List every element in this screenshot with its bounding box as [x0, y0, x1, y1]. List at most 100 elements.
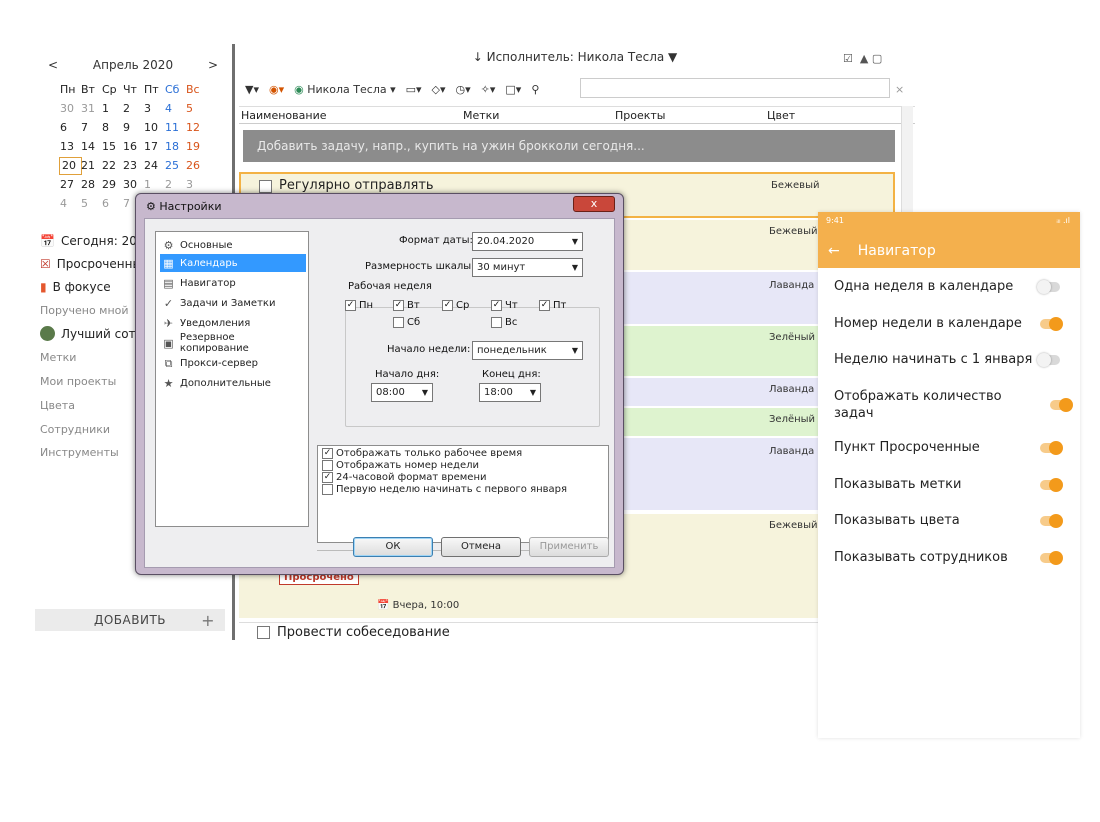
- calendar-day[interactable]: 4: [165, 101, 186, 117]
- task-checkbox[interactable]: [257, 626, 270, 639]
- date-format-select[interactable]: 20.04.2020 ▼: [472, 232, 583, 251]
- calendar-day[interactable]: 16: [123, 139, 144, 155]
- scale-select[interactable]: 30 минут ▼: [472, 258, 583, 277]
- setting-row[interactable]: Отображать количество задач: [834, 388, 1034, 422]
- pin-icon[interactable]: ✧▾: [481, 83, 496, 96]
- checkbox-thursday[interactable]: ✓ Чт: [491, 300, 518, 311]
- calendar-day[interactable]: 27: [60, 177, 81, 193]
- calendar-day[interactable]: 1: [144, 177, 165, 193]
- calendar-day[interactable]: 5: [81, 196, 102, 212]
- calendar-day[interactable]: 23: [123, 158, 144, 174]
- column-name[interactable]: Наименование: [241, 109, 326, 122]
- calendar-day[interactable]: 19: [186, 139, 207, 155]
- calendar-day[interactable]: 15: [102, 139, 123, 155]
- nav-advanced[interactable]: ★ Дополнительные: [160, 374, 306, 392]
- calendar-day[interactable]: 1: [102, 101, 123, 117]
- nav-navigator[interactable]: ▤ Навигатор: [160, 274, 306, 292]
- column-color[interactable]: Цвет: [767, 109, 795, 122]
- calendar-day[interactable]: 21: [81, 158, 102, 174]
- assignee-filter-title[interactable]: ↓ Исполнитель: Никола Тесла ▼: [235, 50, 915, 64]
- calendar-day[interactable]: 3: [144, 101, 165, 117]
- calendar-day[interactable]: 3: [186, 177, 207, 193]
- checkbox-tuesday[interactable]: ✓ Вт: [393, 300, 420, 311]
- square-icon[interactable]: □▾: [505, 83, 521, 96]
- calendar-day[interactable]: 30: [123, 177, 144, 193]
- calendar-day[interactable]: 10: [144, 120, 165, 136]
- calendar-day[interactable]: 25: [165, 158, 186, 174]
- column-projects[interactable]: Проекты: [615, 109, 666, 122]
- user-filter-icon[interactable]: ◉▾: [269, 83, 284, 96]
- tag-icon[interactable]: ◇▾: [432, 83, 446, 96]
- calendar-day[interactable]: 18: [165, 139, 186, 155]
- toggle-switch[interactable]: [1040, 478, 1063, 492]
- prev-month-button[interactable]: <: [48, 58, 58, 72]
- ok-button[interactable]: ОК: [353, 537, 433, 557]
- toggle-switch[interactable]: [1040, 514, 1063, 528]
- checkbox-monday[interactable]: ✓ Пн: [345, 300, 373, 311]
- toggle-switch[interactable]: [1037, 280, 1060, 294]
- setting-row[interactable]: Номер недели в календаре: [834, 315, 1070, 332]
- apply-button[interactable]: Применить: [529, 537, 609, 557]
- nav-backup[interactable]: ▣ Резервное копирование: [160, 332, 306, 354]
- setting-row[interactable]: Показывать сотрудников: [834, 549, 1070, 566]
- sidebar-section-projects[interactable]: Мои проекты: [40, 375, 116, 388]
- calendar-day[interactable]: 12: [186, 120, 207, 136]
- new-task-input[interactable]: Добавить задачу, напр., купить на ужин б…: [243, 130, 895, 162]
- task-checkbox[interactable]: [259, 180, 272, 193]
- setting-row[interactable]: Показывать цвета: [834, 512, 1070, 529]
- option-24h-format[interactable]: ✓ 24-часовой формат времени: [322, 472, 487, 483]
- sidebar-section-labels[interactable]: Метки: [40, 351, 76, 364]
- column-tags[interactable]: Метки: [463, 109, 499, 122]
- back-arrow-icon[interactable]: ←: [828, 243, 840, 259]
- checkbox-friday[interactable]: ✓ Пт: [539, 300, 566, 311]
- sidebar-item-today[interactable]: 📅 Сегодня: 20 а: [40, 234, 148, 248]
- nav-tasks-notes[interactable]: ✓ Задачи и Заметки: [160, 294, 306, 312]
- calendar-day[interactable]: 17: [144, 139, 165, 155]
- cancel-button[interactable]: Отмена: [441, 537, 521, 557]
- calendar-day[interactable]: 2: [123, 101, 144, 117]
- calendar-day[interactable]: 30: [60, 101, 81, 117]
- toggle-switch[interactable]: [1037, 353, 1060, 367]
- calendar-day[interactable]: 11: [165, 120, 186, 136]
- sidebar-section-assigned[interactable]: Поручено мной: [40, 304, 129, 317]
- setting-row[interactable]: Неделю начинать с 1 января: [834, 351, 1070, 368]
- next-month-button[interactable]: >: [208, 58, 218, 72]
- toggle-switch[interactable]: [1040, 551, 1063, 565]
- nav-calendar[interactable]: ▦ Календарь: [160, 254, 306, 272]
- calendar-day-today[interactable]: 20: [59, 157, 82, 175]
- sidebar-section-tools[interactable]: Инструменты: [40, 446, 119, 459]
- calendar-day[interactable]: 6: [60, 120, 81, 136]
- checkbox-saturday[interactable]: Сб: [393, 317, 420, 328]
- search-input[interactable]: [580, 78, 890, 98]
- calendar-day[interactable]: 22: [102, 158, 123, 174]
- folder-icon[interactable]: ▭▾: [406, 83, 422, 96]
- calendar-day[interactable]: 7: [81, 120, 102, 136]
- calendar-day[interactable]: 31: [81, 101, 102, 117]
- checkbox-icon[interactable]: ☑: [843, 52, 853, 65]
- setting-row[interactable]: Показывать метки: [834, 476, 1070, 493]
- search-icon[interactable]: ⚲: [531, 83, 539, 96]
- triangle-up-icon[interactable]: ▲: [860, 52, 868, 65]
- checkbox-sunday[interactable]: Вс: [491, 317, 517, 328]
- sidebar-item-overdue[interactable]: ☒ Просроченные: [40, 257, 149, 271]
- calendar-day[interactable]: 13: [60, 139, 81, 155]
- day-end-select[interactable]: 18:00 ▼: [479, 383, 541, 402]
- toggle-switch[interactable]: [1040, 441, 1063, 455]
- clock-icon[interactable]: ◷▾: [456, 83, 471, 96]
- option-work-hours-only[interactable]: ✓ Отображать только рабочее время: [322, 448, 522, 459]
- sidebar-section-colors[interactable]: Цвета: [40, 399, 75, 412]
- nav-notifications[interactable]: ✈ Уведомления: [160, 314, 306, 332]
- calendar-day[interactable]: 6: [102, 196, 123, 212]
- option-week-number[interactable]: Отображать номер недели: [322, 460, 479, 471]
- calendar-day[interactable]: 28: [81, 177, 102, 193]
- nav-proxy[interactable]: ⧉ Прокси-сервер: [160, 354, 306, 372]
- setting-row[interactable]: Одна неделя в календаре: [834, 278, 1070, 295]
- nav-general[interactable]: ⚙ Основные: [160, 236, 306, 254]
- calendar-day[interactable]: 14: [81, 139, 102, 155]
- window-icon[interactable]: ▢: [872, 52, 882, 65]
- add-button[interactable]: ДОБАВИТЬ +: [35, 609, 225, 631]
- setting-row[interactable]: Пункт Просроченные: [834, 439, 1070, 456]
- calendar-day[interactable]: 5: [186, 101, 207, 117]
- toggle-switch[interactable]: [1050, 398, 1073, 412]
- toggle-switch[interactable]: [1040, 317, 1063, 331]
